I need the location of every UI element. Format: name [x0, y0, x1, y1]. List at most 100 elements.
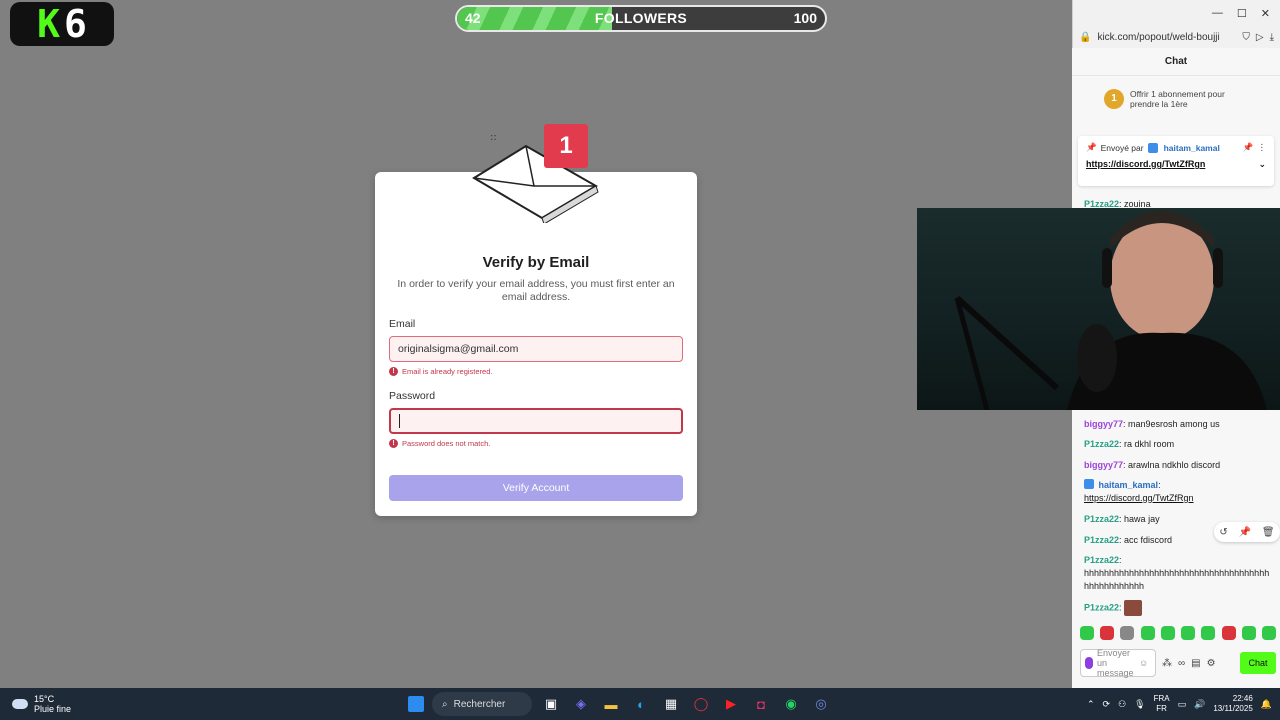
- webcam-overlay: [917, 208, 1280, 410]
- store-icon[interactable]: ▤: [1191, 658, 1200, 669]
- chat-username[interactable]: P1zza22: [1084, 439, 1119, 449]
- chat-title: Chat: [1072, 48, 1280, 76]
- chevron-up-icon[interactable]: ⌃: [1087, 699, 1095, 710]
- email-field[interactable]: originalsigma@gmail.com: [389, 336, 683, 362]
- channel-logo: K 6: [10, 2, 114, 46]
- clock-time: 22:46: [1232, 694, 1253, 703]
- send-chat-button[interactable]: Chat: [1240, 652, 1276, 674]
- logo-letter: K: [37, 2, 60, 46]
- youtube-icon[interactable]: ▶: [720, 693, 742, 715]
- pinned-link-text[interactable]: https://discord.gg/TwtZfRgn: [1086, 159, 1205, 169]
- notification-icon[interactable]: 🔔: [1261, 699, 1272, 710]
- minimize-icon[interactable]: —: [1212, 7, 1223, 19]
- address-bar[interactable]: 🔒 kick.com/popout/weld-boujji ⛉ ▷ ⤓: [1073, 26, 1280, 48]
- chat-username[interactable]: P1zza22: [1084, 602, 1119, 612]
- gear-icon[interactable]: ⚙: [1207, 658, 1216, 669]
- pinned-username[interactable]: haitam_kamal: [1164, 143, 1220, 153]
- chat-text: acc fdiscord: [1124, 535, 1173, 545]
- system-tray: ⌃ ⟳ ⚇ 🎙 FRA FR ▭ 🔊 22:46 13/11/2025 🔔: [1087, 692, 1272, 716]
- windows-start-icon[interactable]: [408, 696, 424, 712]
- pin-icon: 📌: [1086, 142, 1097, 152]
- text-caret: [399, 414, 400, 429]
- folder-icon[interactable]: ▬: [600, 693, 622, 715]
- chat-input[interactable]: Envoyer un message ☺: [1080, 648, 1156, 678]
- download-icon[interactable]: ⤓: [1270, 32, 1274, 43]
- weather-widget[interactable]: 15°C Pluie fine: [12, 694, 71, 714]
- emote-icon[interactable]: [1100, 626, 1115, 640]
- emote-icon[interactable]: [1241, 626, 1256, 640]
- clock[interactable]: 22:46 13/11/2025: [1213, 694, 1252, 714]
- taskbar-search[interactable]: ⌕ Rechercher: [432, 692, 532, 716]
- emotes-icon[interactable]: ⁂: [1162, 658, 1172, 669]
- clock-date: 13/11/2025: [1213, 704, 1253, 713]
- chat-message: P1zza22: ra dkhl room: [1084, 439, 1175, 449]
- infinity-icon[interactable]: ∞: [1178, 658, 1185, 669]
- edge-icon[interactable]: ◐: [630, 693, 652, 715]
- opera-icon[interactable]: ◯: [690, 693, 712, 715]
- chat-username[interactable]: P1zza22: [1084, 535, 1119, 545]
- password-label: Password: [389, 390, 436, 402]
- pinned-message: 📌 Envoyé par haitam_kamal 📌 ⋮ https://di…: [1078, 136, 1274, 186]
- chat-username[interactable]: P1zza22: [1084, 514, 1119, 524]
- email-error-text: Email is already registered.: [402, 367, 493, 376]
- discord-icon[interactable]: ◎: [810, 693, 832, 715]
- speaker-icon[interactable]: 🔊: [1194, 699, 1205, 710]
- copilot-icon[interactable]: ◈: [570, 693, 592, 715]
- svg-text:::: ::: [490, 132, 497, 143]
- emote-icon[interactable]: [1160, 626, 1175, 640]
- chat-username[interactable]: P1zza22: [1084, 555, 1119, 565]
- shield-icon[interactable]: ⛉: [1242, 32, 1250, 43]
- chat-text: man9esrosh among us: [1128, 419, 1220, 429]
- chevron-down-icon[interactable]: ⌄: [1258, 159, 1266, 170]
- emoji-icon[interactable]: ☺: [1139, 658, 1148, 668]
- monitor-icon[interactable]: ▭: [1178, 699, 1187, 710]
- url-text: kick.com/popout/weld-boujji: [1097, 31, 1220, 43]
- maximize-icon[interactable]: ☐: [1237, 7, 1247, 20]
- mic-icon[interactable]: 🎙: [1134, 699, 1145, 710]
- network-icon[interactable]: ⚇: [1118, 699, 1126, 710]
- emote-icon[interactable]: [1181, 626, 1196, 640]
- chat-username[interactable]: haitam_kamal: [1099, 480, 1159, 490]
- verify-account-button[interactable]: Verify Account: [389, 475, 683, 501]
- verify-email-modal: Verify by Email In order to verify your …: [375, 172, 697, 516]
- gift-sub-offer[interactable]: 1 Offrir 1 abonnement pour prendre la 1è…: [1072, 76, 1280, 122]
- chat-text: arawlna ndkhlo discord: [1128, 460, 1221, 470]
- chat-username[interactable]: biggyy77: [1084, 460, 1123, 470]
- microphone-icon[interactable]: [1085, 657, 1093, 669]
- chat-link[interactable]: https://discord.gg/TwtZfRgn: [1084, 493, 1194, 503]
- medal-icon: 1: [1104, 89, 1124, 109]
- lock-icon: 🔒: [1079, 31, 1092, 43]
- trash-icon[interactable]: 🗑: [1262, 527, 1275, 538]
- emote-icon[interactable]: [1261, 626, 1276, 640]
- pinned-sent-by: Envoyé par: [1100, 142, 1144, 153]
- more-options-icon[interactable]: ⋮: [1258, 142, 1267, 153]
- emote-icon[interactable]: [1120, 626, 1135, 640]
- windows-taskbar: 15°C Pluie fine ⌕ Rechercher ▣ ◈ ▬ ◐ ▦ ◯…: [0, 688, 1280, 720]
- cloud-icon: [12, 699, 28, 709]
- chat-message: biggyy77: man9esrosh among us: [1084, 419, 1220, 429]
- play-icon[interactable]: ▷: [1256, 32, 1264, 43]
- emote-icon[interactable]: [1221, 626, 1236, 640]
- task-view-icon[interactable]: ▣: [540, 693, 562, 715]
- store-icon[interactable]: ▦: [660, 693, 682, 715]
- followers-goal: 100: [793, 10, 817, 26]
- sync-icon[interactable]: ⟳: [1103, 699, 1111, 710]
- modal-description: In order to verify your email address, y…: [397, 278, 675, 303]
- language-indicator[interactable]: FRA FR: [1154, 694, 1170, 714]
- reply-icon[interactable]: ↺: [1219, 527, 1227, 538]
- emote-icon[interactable]: [1140, 626, 1155, 640]
- close-icon[interactable]: ✕: [1261, 7, 1270, 20]
- lang-layout: FR: [1156, 704, 1167, 713]
- password-field[interactable]: [389, 408, 683, 434]
- chat-text: hawa jay: [1124, 514, 1160, 524]
- instagram-icon[interactable]: ◘: [750, 693, 772, 715]
- emote-icon[interactable]: [1201, 626, 1216, 640]
- pin-toggle-icon[interactable]: 📌: [1243, 142, 1254, 153]
- window-controls: — ☐ ✕: [1073, 0, 1280, 26]
- emote-icon[interactable]: [1080, 626, 1094, 640]
- whatsapp-icon[interactable]: ◉: [780, 693, 802, 715]
- chat-username[interactable]: biggyy77: [1084, 419, 1123, 429]
- pinned-link[interactable]: https://discord.gg/TwtZfRgn ⌄: [1086, 159, 1266, 169]
- password-error: ! Password does not match.: [389, 439, 490, 448]
- pin-icon[interactable]: 📌: [1239, 527, 1251, 538]
